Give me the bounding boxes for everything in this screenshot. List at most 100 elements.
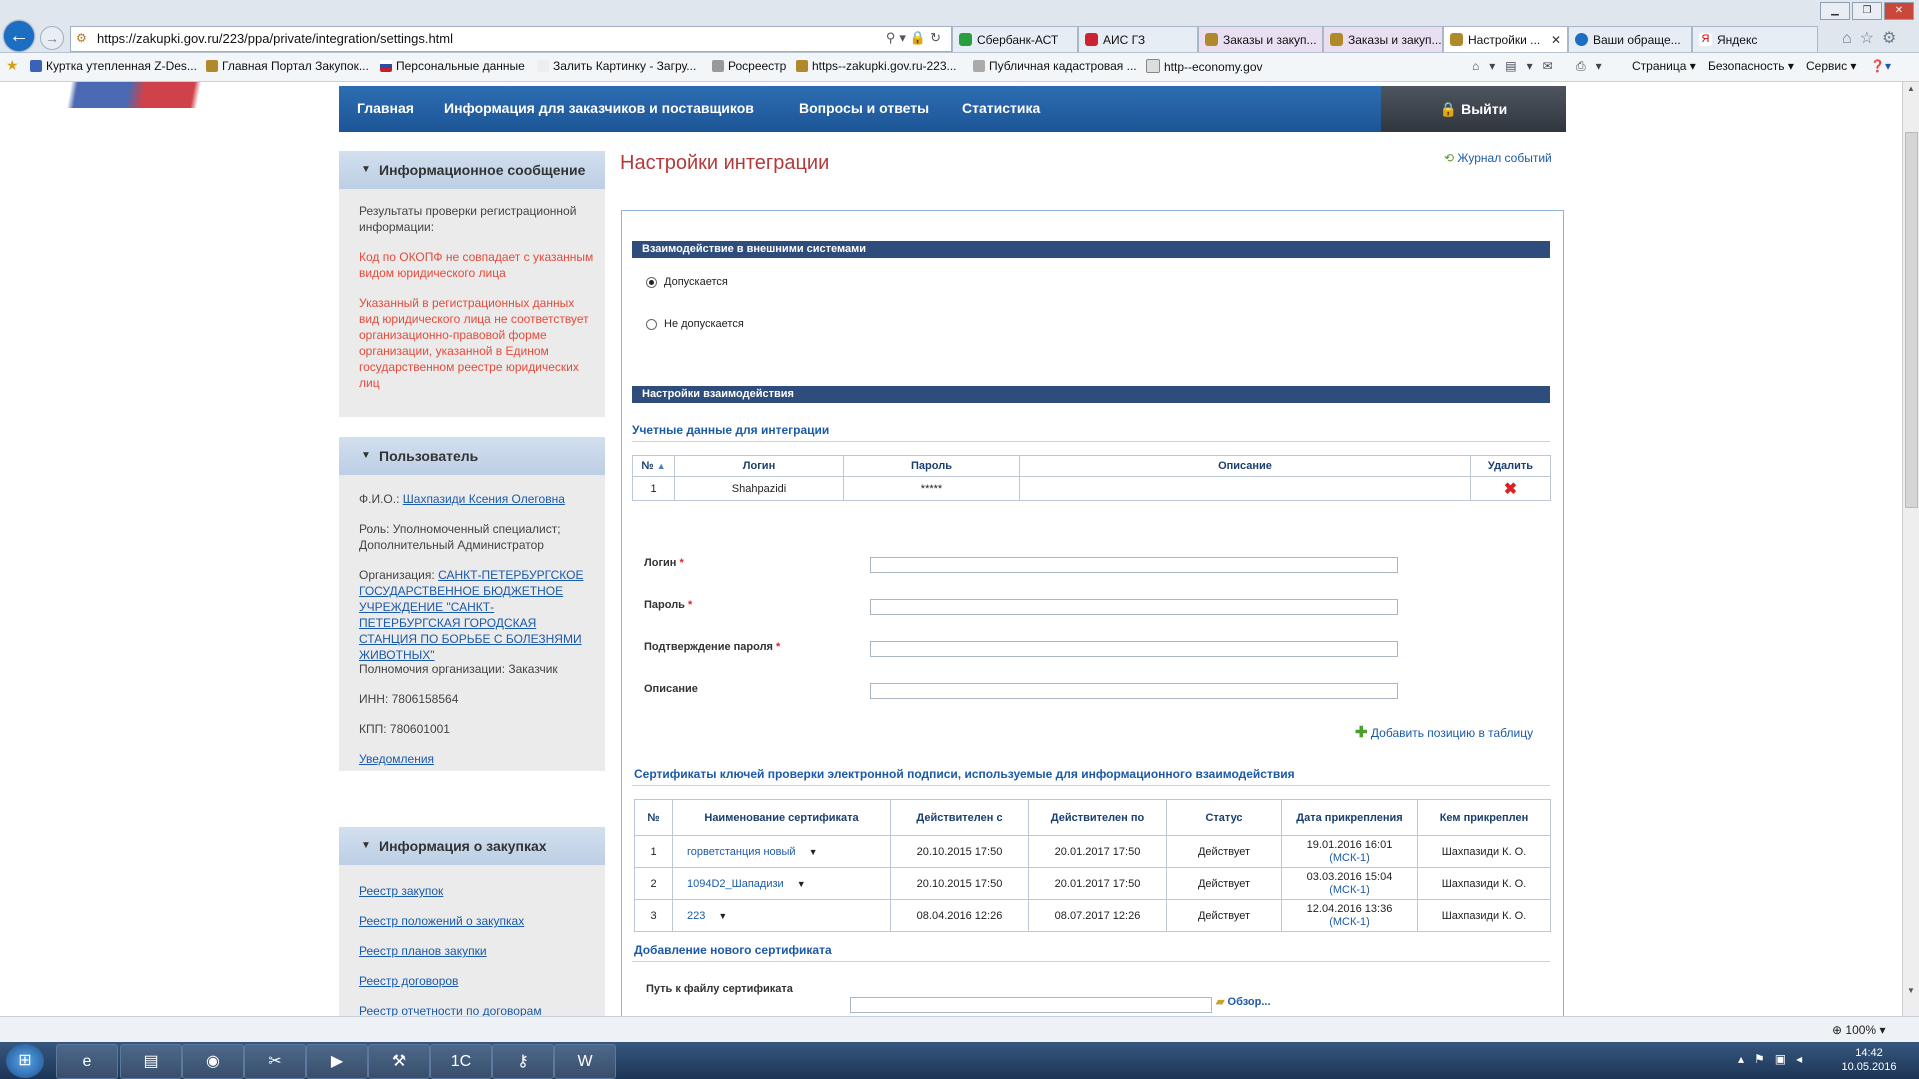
- tab-settings[interactable]: Настройки ... ✕: [1443, 26, 1568, 52]
- zoom-level[interactable]: ⊕ 100% ▾: [1832, 1023, 1885, 1037]
- radio-allow[interactable]: [646, 277, 657, 288]
- close-window-button[interactable]: ✕: [1884, 2, 1914, 20]
- fav-item[interactable]: Росреестр: [712, 59, 786, 73]
- journal-link[interactable]: ⟲ Журнал событий: [1444, 151, 1552, 165]
- delete-icon[interactable]: ✖: [1504, 481, 1517, 498]
- browse-button[interactable]: ▰ Обзор...: [1216, 995, 1271, 1008]
- col-attach-date: Дата прикрепления: [1281, 799, 1418, 836]
- page: Главная Информация для заказчиков и пост…: [0, 82, 1902, 1016]
- address-actions-icon[interactable]: ⚲▾🔒↻: [886, 30, 945, 46]
- minimize-button[interactable]: ▁: [1820, 2, 1850, 20]
- cert-name-link[interactable]: горветстанция новый: [687, 846, 796, 858]
- fav-item[interactable]: Публичная кадастровая ...: [973, 59, 1137, 73]
- nav-stats[interactable]: Статистика: [962, 100, 1040, 116]
- maximize-button[interactable]: ❐: [1852, 2, 1882, 20]
- scroll-up-icon[interactable]: ▲: [1907, 84, 1915, 93]
- fav-item[interactable]: http--economy.gov: [1146, 59, 1263, 74]
- logout-button[interactable]: 🔒 Выйти: [1381, 86, 1566, 132]
- dropdown-arrow-icon[interactable]: ▼: [809, 847, 818, 857]
- fav-item[interactable]: https--zakupki.gov.ru-223...: [796, 59, 957, 73]
- emblem-icon: [1330, 33, 1343, 46]
- col-status: Статус: [1166, 799, 1282, 836]
- cmd-security[interactable]: Безопасность ▾: [1708, 59, 1794, 73]
- link-reports[interactable]: Реестр отчетности по договорам: [359, 1003, 595, 1016]
- favorites-bar: ★ Куртка утепленная Z-Des... Главная Пор…: [0, 53, 1919, 82]
- col-description[interactable]: Описание: [1019, 455, 1471, 477]
- page-scrollbar[interactable]: ▲ ▼: [1902, 82, 1919, 1016]
- ie-taskbar-icon[interactable]: e: [56, 1044, 118, 1079]
- key-taskbar-icon[interactable]: ⚷: [492, 1044, 554, 1079]
- user-powers: Полномочия организации: Заказчик: [359, 662, 558, 676]
- address-bar[interactable]: ⚙ https://zakupki.gov.ru/223/ppa/private…: [70, 26, 952, 52]
- col-valid-from: Действителен с: [890, 799, 1029, 836]
- main-nav: Главная Информация для заказчиков и пост…: [339, 86, 1566, 132]
- tab-ais[interactable]: АИС ГЗ: [1078, 26, 1198, 52]
- tab-yandex[interactable]: Я Яндекс: [1692, 26, 1818, 52]
- password-input[interactable]: [870, 599, 1398, 615]
- scrollbar-thumb[interactable]: [1905, 132, 1918, 508]
- scroll-down-icon[interactable]: ▼: [1907, 986, 1915, 995]
- tools-taskbar-icon[interactable]: ⚒: [368, 1044, 430, 1079]
- start-button[interactable]: ⊞: [6, 1044, 44, 1078]
- tab-zakazy-1[interactable]: Заказы и закуп...: [1198, 26, 1323, 52]
- fav-item[interactable]: Куртка утепленная Z-Des...: [30, 59, 197, 73]
- tab-obrascheniya[interactable]: Ваши обраще...: [1568, 26, 1692, 52]
- ie-icon: [1575, 33, 1588, 46]
- user-org: Организация: САНКТ-ПЕТЕРБУРГСКОЕ ГОСУДАР…: [359, 568, 584, 662]
- certificates-heading: Сертификаты ключей проверки электронной …: [634, 767, 1295, 781]
- user-org-link[interactable]: САНКТ-ПЕТЕРБУРГСКОЕ ГОСУДАРСТВЕННОЕ БЮДЖ…: [359, 568, 583, 662]
- col-login[interactable]: Логин: [674, 455, 844, 477]
- description-input[interactable]: [870, 683, 1398, 699]
- url-text: https://zakupki.gov.ru/223/ppa/private/i…: [97, 31, 454, 46]
- col-number[interactable]: № ▲: [632, 455, 675, 477]
- site-icon: ⚙: [76, 31, 87, 45]
- tray-icons[interactable]: ▴⚑▣◂: [1738, 1052, 1812, 1066]
- dropdown-arrow-icon[interactable]: ▼: [718, 911, 727, 921]
- command-icons[interactable]: ⌂▾▤▾✉ ⎙▾: [1472, 59, 1612, 74]
- home-star-gear-icon[interactable]: ⌂☆⚙: [1842, 28, 1904, 48]
- system-clock[interactable]: 14:42 10.05.2016: [1834, 1046, 1904, 1074]
- tab-sberbank[interactable]: Сбербанк-АСТ: [952, 26, 1078, 52]
- nav-home[interactable]: Главная: [357, 100, 414, 116]
- user-panel-header[interactable]: ▼ Пользователь: [339, 437, 605, 475]
- radio-allow-label: Допускается: [664, 276, 728, 288]
- help-icon[interactable]: ❓▾: [1870, 59, 1891, 73]
- tab-zakazy-2[interactable]: Заказы и закуп...: [1323, 26, 1443, 52]
- nav-info[interactable]: Информация для заказчиков и поставщиков: [444, 100, 754, 116]
- cert-name-link[interactable]: 1094D2_Шападизи: [687, 878, 784, 890]
- back-button[interactable]: ←: [4, 21, 34, 51]
- scissors-taskbar-icon[interactable]: ✂: [244, 1044, 306, 1079]
- notifications-link[interactable]: Уведомления: [359, 751, 595, 767]
- password-label: Пароль *: [644, 599, 693, 611]
- link-purchases[interactable]: Реестр закупок: [359, 883, 595, 899]
- fav-item[interactable]: Главная Портал Закупок...: [206, 59, 369, 73]
- explorer-taskbar-icon[interactable]: ▤: [120, 1044, 182, 1079]
- 1c-taskbar-icon[interactable]: 1С: [430, 1044, 492, 1079]
- link-plans[interactable]: Реестр планов закупки: [359, 943, 595, 959]
- cmd-page[interactable]: Страница ▾: [1632, 59, 1696, 73]
- cert-name-link[interactable]: 223: [687, 910, 705, 922]
- word-taskbar-icon[interactable]: W: [554, 1044, 616, 1079]
- nav-faq[interactable]: Вопросы и ответы: [799, 100, 929, 116]
- certificates-table: № Наименование сертификата Действителен …: [634, 799, 1551, 932]
- dropdown-arrow-icon[interactable]: ▼: [797, 879, 806, 889]
- cert-path-input[interactable]: [850, 997, 1212, 1013]
- chrome-taskbar-icon[interactable]: ◉: [182, 1044, 244, 1079]
- link-contracts[interactable]: Реестр договоров: [359, 973, 595, 989]
- info-panel-header[interactable]: ▼ Информационное сообщение: [339, 151, 605, 189]
- confirm-input[interactable]: [870, 641, 1398, 657]
- media-taskbar-icon[interactable]: ▶: [306, 1044, 368, 1079]
- fav-item[interactable]: Персональные данные: [380, 59, 525, 73]
- radio-deny[interactable]: [646, 319, 657, 330]
- forward-button[interactable]: →: [40, 26, 64, 50]
- user-fio-link[interactable]: Шахпазиди Ксения Олеговна: [403, 492, 565, 506]
- purchases-panel-header[interactable]: ▼ Информация о закупках: [339, 827, 605, 865]
- fav-item[interactable]: Залить Картинку - Загру...: [537, 59, 696, 73]
- cmd-tools[interactable]: Сервис ▾: [1806, 59, 1856, 73]
- link-regulations[interactable]: Реестр положений о закупках: [359, 913, 595, 929]
- login-input[interactable]: [870, 557, 1398, 573]
- close-tab-icon[interactable]: ✕: [1551, 27, 1561, 52]
- favorites-star-icon[interactable]: ★: [6, 57, 19, 74]
- table-row: 3 223 ▼ 08.04.2016 12:26 08.07.2017 12:2…: [634, 899, 1551, 932]
- add-position-button[interactable]: ✚ Добавить позицию в таблицу: [1355, 723, 1533, 741]
